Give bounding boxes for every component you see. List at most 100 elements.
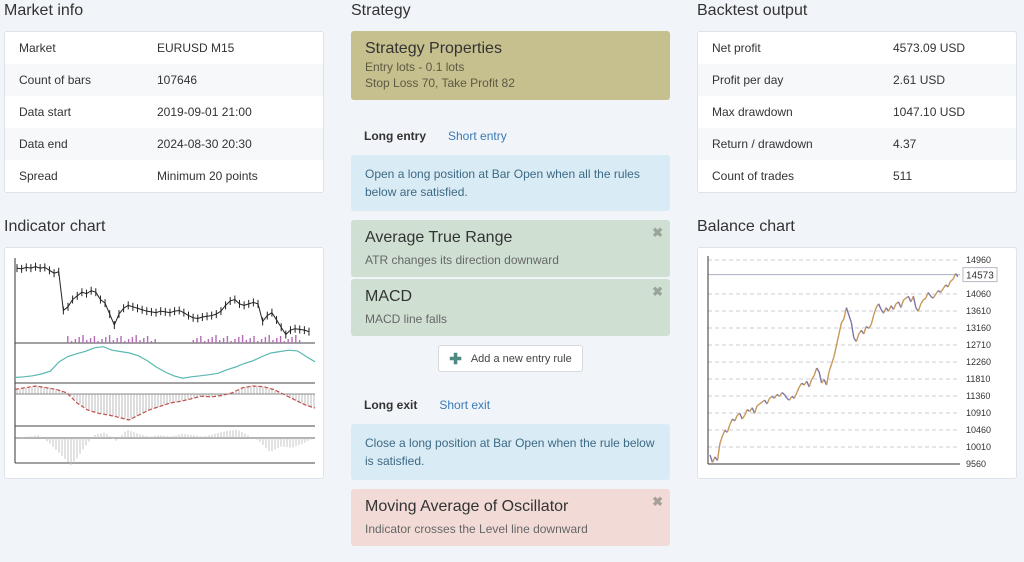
row-label: Return / drawdown [712,137,813,151]
rule-title: Moving Average of Oscillator [365,498,569,515]
balance-segment [769,395,773,399]
price-line [216,310,222,315]
row-value: 2024-08-30 20:30 [157,137,252,151]
price-line [193,317,198,319]
table-row: Net profit 4573.09 USD [698,32,1016,64]
row-label: Data start [19,105,72,119]
price-line [160,310,166,313]
balance-segment [892,303,897,310]
price-line [118,307,124,315]
price-line [100,299,106,304]
entry-lots-text: Entry lots - 0.1 lots [365,60,465,74]
price-line [211,313,217,317]
y-tick-label: 12260 [966,357,991,367]
price-line [295,328,300,330]
balance-segment [925,292,929,299]
price-line [183,312,189,316]
balance-segment [954,273,959,278]
y-tick-label: 10460 [966,425,991,435]
table-row: Spread Minimum 20 points [5,160,323,192]
table-row: Market EURUSD M15 [5,32,323,64]
price-line [202,315,208,318]
balance-chart-title: Balance chart [697,218,795,235]
balance-segment [855,333,860,342]
strategy-title: Strategy [351,2,411,19]
balance-chart-panel: 9560 10010 10460 10910 11360 11810 12260 12710 1… [697,247,1017,479]
price-line [248,301,254,305]
strategy-properties-title: Strategy Properties [365,40,502,57]
balance-segment [716,443,721,461]
entry-rules-list: Average True Range ATR changes its direc… [351,220,670,336]
table-row: Count of trades 511 [698,160,1016,192]
exit-tabs: Long exit Short exit [351,395,670,415]
left-column: Market info Market EURUSD M15 Count of ba… [4,0,324,479]
entry-rule-atr[interactable]: Average True Range ATR changes its direc… [351,220,670,277]
table-row: Data start 2019-09-01 21:00 [5,96,323,128]
balance-segment [726,424,731,433]
price-line [230,299,235,302]
entry-rule-macd[interactable]: MACD MACD line falls ✖ [351,279,670,336]
price-line [197,316,203,319]
add-entry-rule-label: Add a new entry rule [470,352,572,365]
macd-signal-line [14,385,316,421]
y-tick-label: 11810 [966,374,990,384]
balance-segment [912,296,917,308]
tab-short-exit[interactable]: Short exit [439,398,490,412]
rule-desc: Indicator crosses the Level line downwar… [365,522,588,536]
row-value: 1047.10 USD [893,105,966,119]
add-entry-rule-button[interactable]: ✚ Add a new entry rule [438,345,583,372]
market-info-table: Market EURUSD M15 Count of bars 107646 Dat… [4,31,324,193]
exit-rules-list: Moving Average of Oscillator Indicator c… [351,489,670,546]
balance-segment [759,401,763,405]
exit-rule-mao[interactable]: Moving Average of Oscillator Indicator c… [351,489,670,546]
price-line [128,304,134,308]
tab-short-entry[interactable]: Short entry [448,129,507,143]
close-icon[interactable]: ✖ [652,284,663,300]
price-line [76,291,83,297]
close-icon[interactable]: ✖ [652,225,663,241]
table-row: Data end 2024-08-30 20:30 [5,128,323,160]
price-line [44,266,50,271]
strategy-properties-card[interactable]: Strategy Properties Entry lots - 0.1 lot… [351,31,670,100]
price-line [262,315,268,322]
price-line [304,329,310,333]
row-label: Profit per day [712,73,784,87]
balance-segment [833,345,838,357]
row-value: EURUSD M15 [157,41,235,55]
y-tick-label: 12710 [966,340,991,350]
balance-segment [840,318,845,324]
balance-segment [739,413,743,420]
indicator-chart-title: Indicator chart [4,218,106,235]
price-line [151,311,157,314]
balance-segment [813,367,818,376]
price-line [21,266,27,270]
tab-long-exit[interactable]: Long exit [364,398,417,412]
y-tick-label: 13610 [966,306,991,316]
rule-title: MACD [365,288,413,305]
indicator-chart [14,258,316,465]
price-line [174,309,180,312]
backtest-table: Net profit 4573.09 USD Profit per day 2.61… [697,31,1017,193]
price-line [239,303,245,306]
balance-segment [781,392,785,396]
price-line [109,313,115,326]
table-row: Return / drawdown 4.37 [698,128,1016,160]
price-line [58,271,64,311]
row-label: Count of bars [19,73,92,87]
y-tick-label: 11360 [966,391,990,401]
row-label: Max drawdown [712,105,793,119]
entry-tabs: Long entry Short entry [351,126,670,146]
balance-segment [808,379,813,388]
close-icon[interactable]: ✖ [652,494,663,510]
tab-long-entry[interactable]: Long entry [364,129,426,143]
price-line [123,304,129,309]
price-line [155,310,161,314]
table-row: Profit per day 2.61 USD [698,64,1016,96]
balance-segment [920,299,924,305]
price-line [113,313,120,326]
row-label: Net profit [712,41,761,55]
row-value: 107646 [157,73,198,87]
price-line [67,299,74,308]
price-line [290,328,296,331]
price-line [141,309,147,312]
